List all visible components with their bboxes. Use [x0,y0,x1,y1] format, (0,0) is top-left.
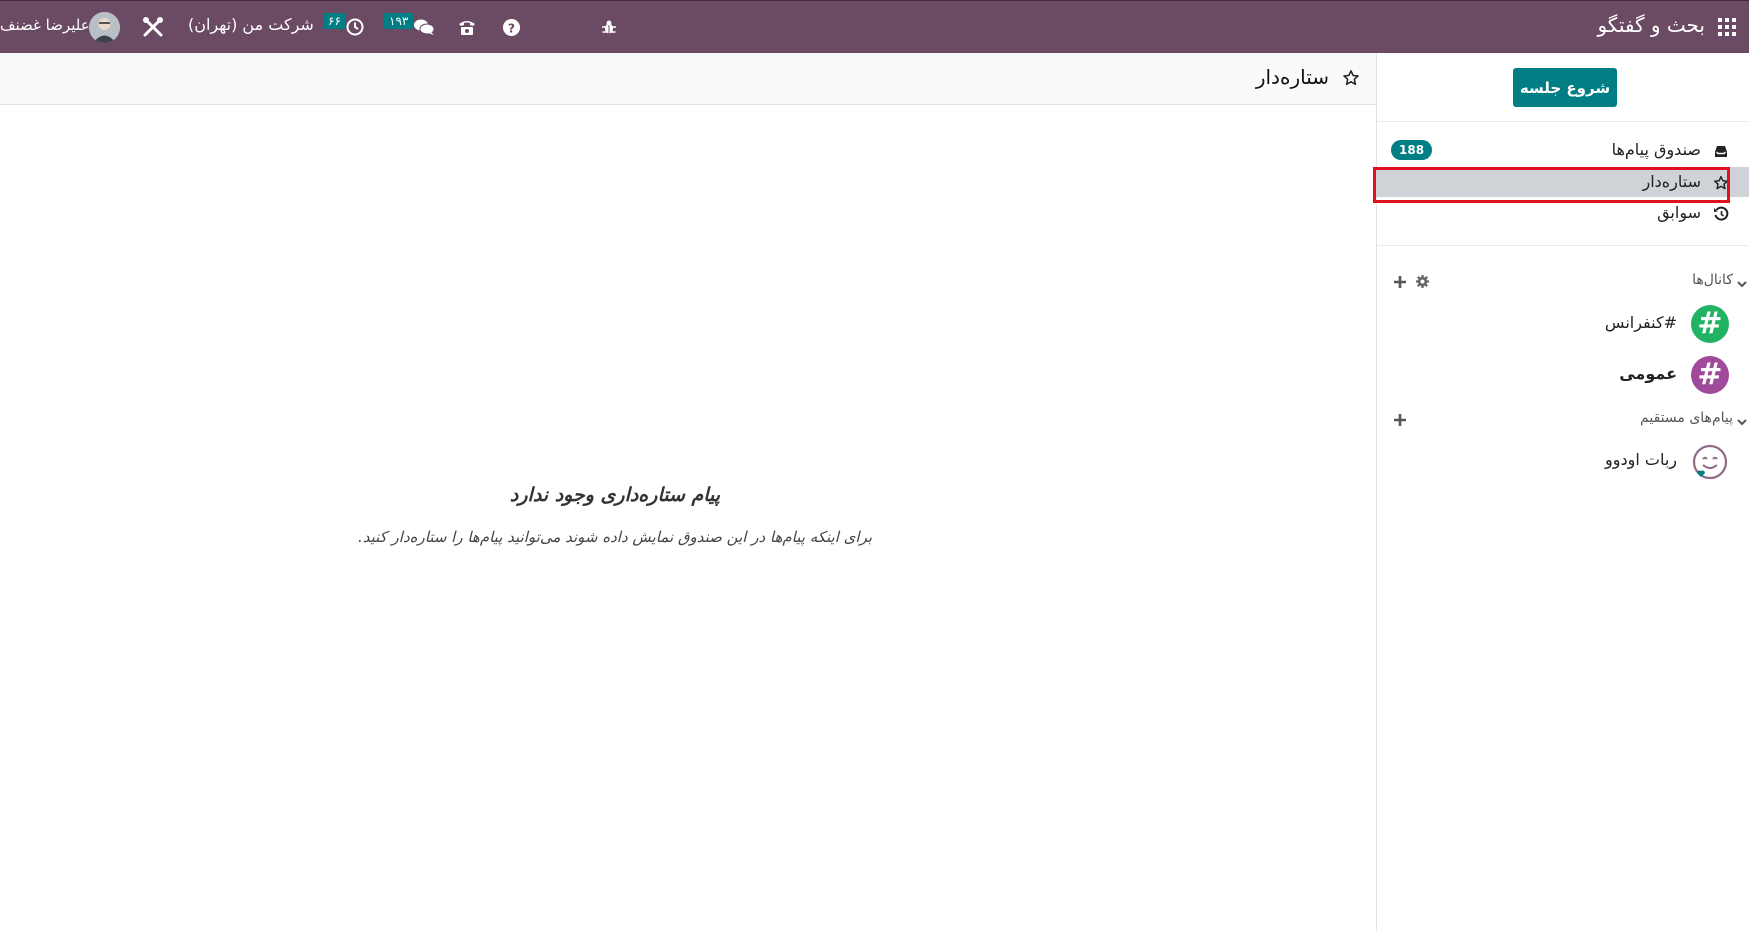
channel-hash-icon: # [1691,305,1729,343]
messages-icon[interactable] [413,16,435,38]
help-icon[interactable]: ? [500,16,522,38]
thread-title: ستاره‌دار [1255,65,1329,89]
add-direct-message-icon[interactable] [1393,412,1409,428]
history-icon [1713,206,1729,222]
app-title[interactable]: بحث و گفتگو [1597,13,1705,37]
start-meeting-button[interactable]: شروع جلسه [1513,68,1617,107]
discuss-sidebar: شروع جلسه صندوق پیام‌ها 188 ستاره‌دار [1373,53,1749,931]
sidebar-item-inbox[interactable]: صندوق پیام‌ها 188 [1376,135,1749,165]
sidebar-item-label: صندوق پیام‌ها [1611,140,1701,159]
top-navbar: بحث و گفتگو ? ۱۹۳ ۶۶ شرکت من (تهران) علی… [0,0,1749,53]
channel-item-general[interactable]: عمومی [1619,364,1677,383]
thread-header: ستاره‌دار [0,53,1376,105]
user-avatar[interactable] [89,12,120,43]
empty-state-title: پیام ستاره‌داری وجود ندارد [509,484,721,506]
inbox-icon [1713,143,1729,159]
gear-icon[interactable] [1415,274,1431,290]
tools-icon[interactable] [142,16,164,38]
empty-state-subtitle: برای اینکه پیام‌ها در این صندوق نمایش دا… [357,528,873,546]
chevron-down-icon[interactable] [1736,275,1748,288]
star-icon [1342,69,1360,87]
user-name[interactable]: علیرضا غضنف [0,16,90,34]
channel-hash-icon: # [1691,356,1729,394]
direct-item-odoobot[interactable]: ربات اودوو [1605,450,1677,469]
sidebar-item-label: ستاره‌دار [1642,172,1701,191]
sidebar-divider [1377,121,1749,122]
add-channel-icon[interactable] [1393,274,1409,290]
activities-clock-icon[interactable] [344,16,366,38]
messages-badge: ۱۹۳ [384,13,414,29]
sidebar-item-history[interactable]: سوابق [1376,198,1749,228]
channel-item-conference[interactable]: #کنفرانس [1605,313,1677,332]
chevron-down-icon[interactable] [1736,413,1748,426]
company-switcher[interactable]: شرکت من (تهران) [188,15,314,34]
app-menu-grid-icon[interactable] [1718,18,1736,36]
activities-badge: ۶۶ [323,13,346,29]
bug-icon[interactable] [598,16,620,38]
direct-messages-category-label[interactable]: پیام‌های مستقیم [1640,410,1733,426]
channels-category-label[interactable]: کانال‌ها [1692,272,1733,288]
star-icon [1713,175,1729,191]
odoobot-avatar [1691,443,1729,481]
sidebar-item-label: سوابق [1657,203,1701,222]
svg-text:?: ? [507,21,514,35]
phone-icon[interactable] [456,16,478,38]
sidebar-divider [1377,245,1749,246]
inbox-count-badge: 188 [1391,140,1433,160]
sidebar-item-starred[interactable]: ستاره‌دار [1376,167,1749,197]
